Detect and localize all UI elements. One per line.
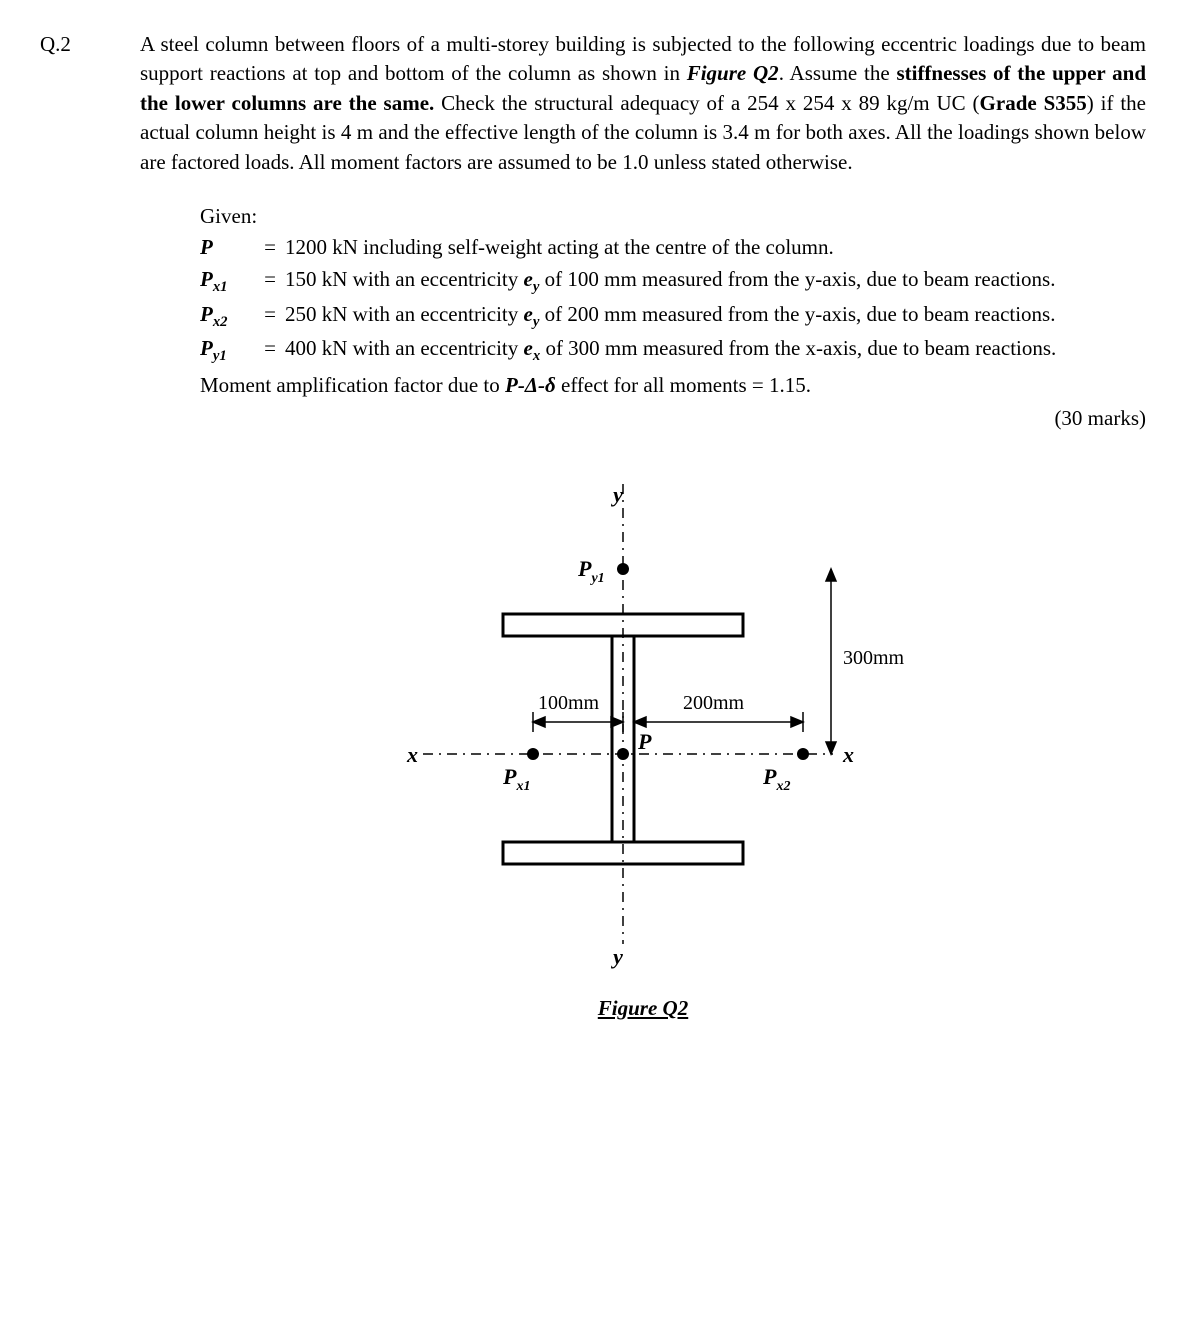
figure-caption: Figure Q2 bbox=[140, 994, 1146, 1023]
question-body: A steel column between floors of a multi… bbox=[140, 30, 1146, 177]
given-symbol: P bbox=[200, 233, 255, 262]
given-row: Px1 = 150 kN with an eccentricity ey of … bbox=[200, 265, 1146, 298]
label-py1: Py1 bbox=[577, 556, 605, 586]
cross-section-svg: y y x x Py1 Px1 P Px2 bbox=[363, 464, 923, 984]
given-label: Given: bbox=[200, 202, 1146, 231]
given-row: Py1 = 400 kN with an eccentricity ex of … bbox=[200, 334, 1146, 367]
given-row: Px2 = 250 kN with an eccentricity ey of … bbox=[200, 300, 1146, 333]
question-number: Q.2 bbox=[40, 30, 140, 59]
label-px1: Px1 bbox=[502, 764, 530, 794]
given-row: P = 1200 kN including self-weight acting… bbox=[200, 233, 1146, 262]
axis-label-y-top: y bbox=[610, 482, 623, 507]
equals-sign: = bbox=[255, 233, 285, 262]
given-value: 150 kN with an eccentricity ey of 100 mm… bbox=[285, 265, 1146, 298]
dim-100mm: 100mm bbox=[538, 692, 600, 714]
given-symbol: Px1 bbox=[200, 265, 255, 298]
marks-label: (30 marks) bbox=[200, 404, 1146, 433]
dim-300mm: 300mm bbox=[843, 647, 905, 669]
axis-label-x-left: x bbox=[406, 742, 418, 767]
given-block: Given: P = 1200 kN including self-weight… bbox=[200, 202, 1146, 434]
equals-sign: = bbox=[255, 265, 285, 294]
given-symbol: Px2 bbox=[200, 300, 255, 333]
dim-200mm: 200mm bbox=[683, 692, 745, 714]
axis-label-x-right: x bbox=[842, 742, 854, 767]
given-value: 250 kN with an eccentricity ey of 200 mm… bbox=[285, 300, 1146, 333]
label-px2: Px2 bbox=[762, 764, 790, 794]
label-p: P bbox=[637, 729, 652, 754]
amplification-line: Moment amplification factor due to P-Δ-δ… bbox=[200, 371, 1146, 400]
given-value: 400 kN with an eccentricity ex of 300 mm… bbox=[285, 334, 1146, 367]
equals-sign: = bbox=[255, 300, 285, 329]
given-symbol: Py1 bbox=[200, 334, 255, 367]
equals-sign: = bbox=[255, 334, 285, 363]
axis-label-y-bottom: y bbox=[610, 944, 623, 969]
figure-q2: y y x x Py1 Px1 P Px2 bbox=[140, 464, 1146, 1023]
given-value: 1200 kN including self-weight acting at … bbox=[285, 233, 1146, 262]
